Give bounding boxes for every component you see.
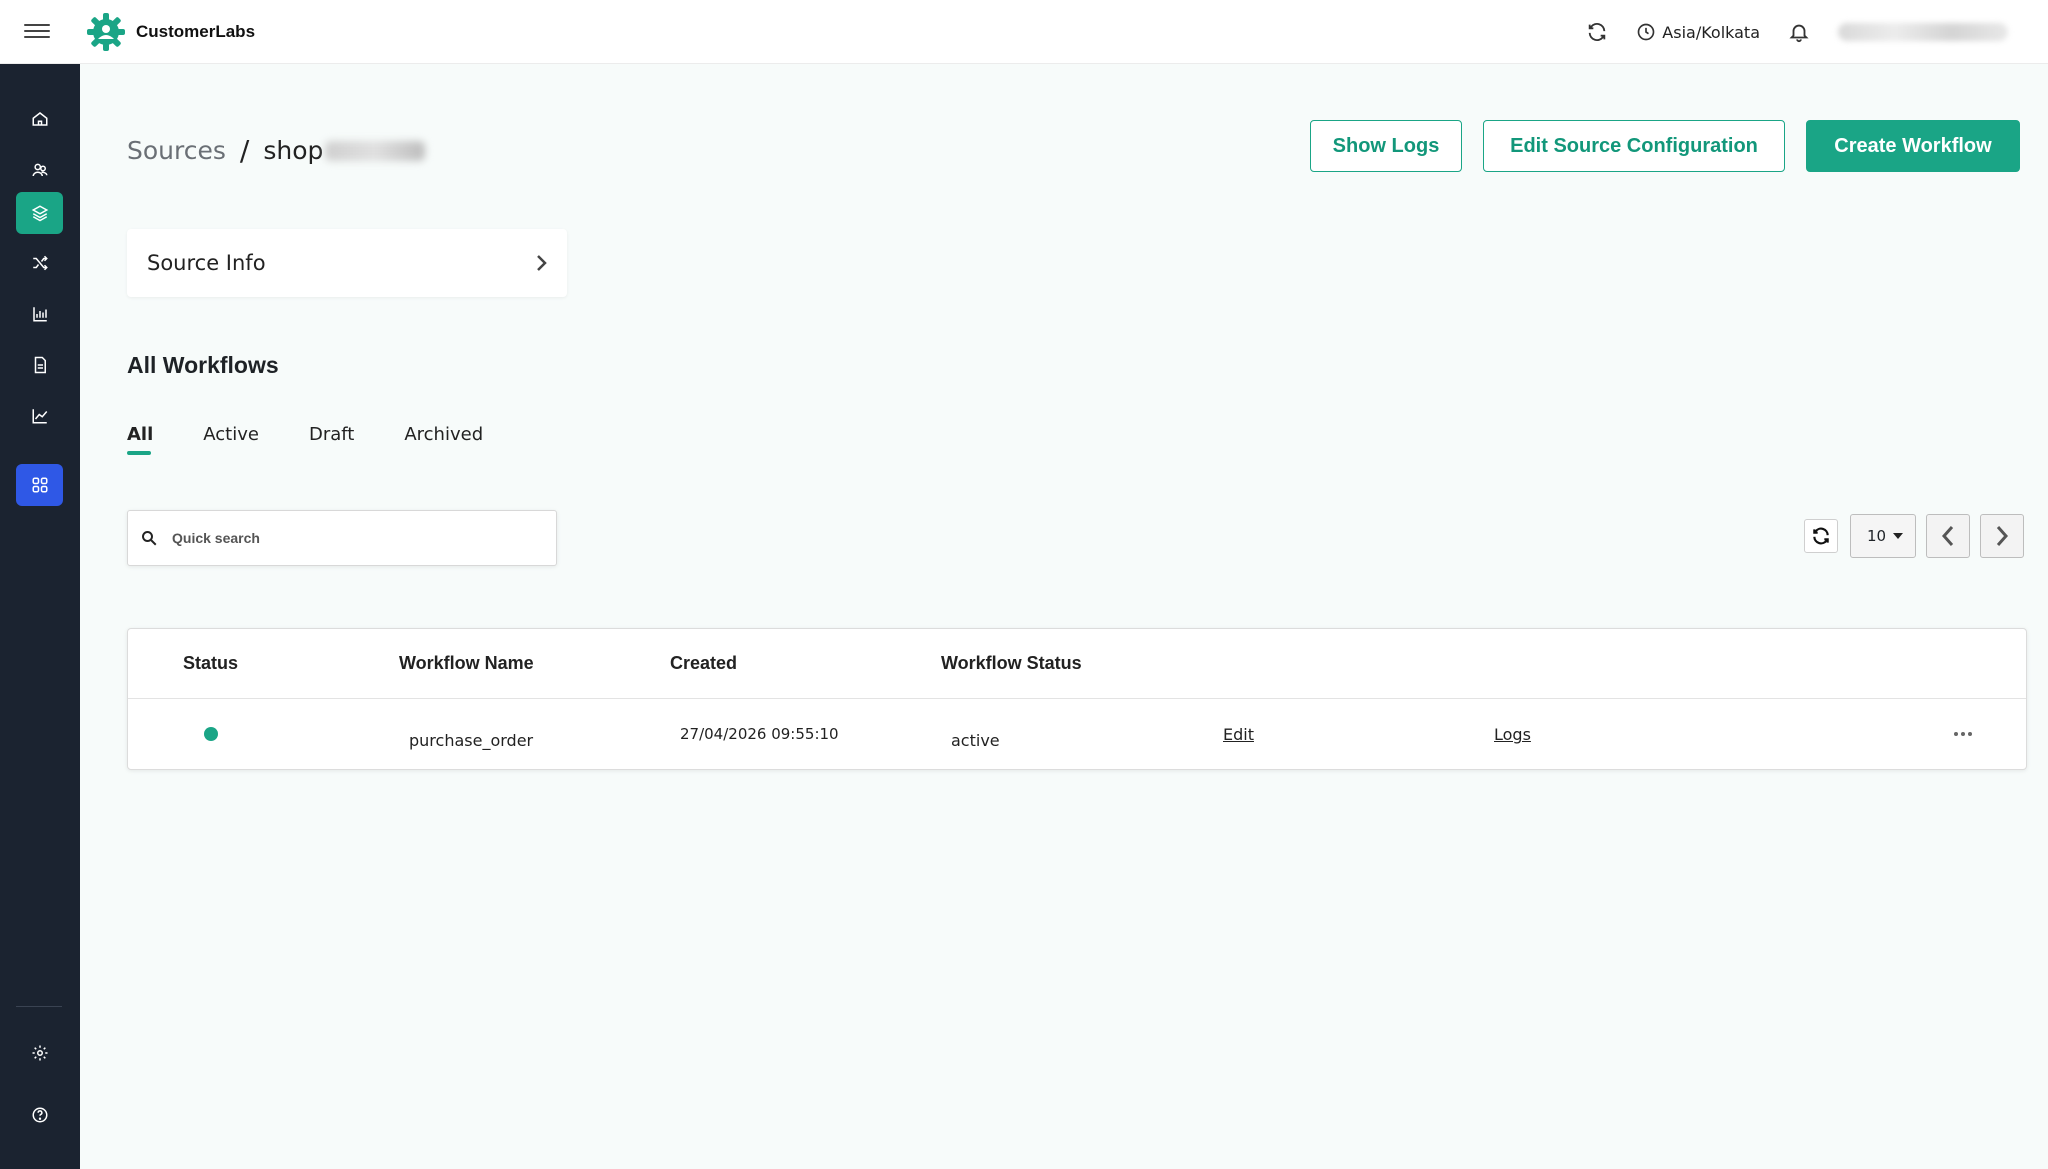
timezone-indicator[interactable]: Asia/Kolkata: [1636, 22, 1760, 42]
document-icon: [34, 356, 46, 374]
breadcrumb-current: shop: [263, 136, 324, 165]
column-header-workflow-status: Workflow Status: [941, 653, 1082, 673]
pagination-controls: 10: [1804, 514, 2024, 558]
column-header-status: Status: [183, 653, 239, 673]
line-chart-icon: [32, 409, 47, 424]
edit-workflow-link[interactable]: Edit: [1223, 725, 1254, 744]
chevron-right-icon: [537, 255, 547, 271]
sidebar-item-help[interactable]: [16, 1094, 63, 1136]
status-indicator-dot: [204, 727, 218, 741]
next-page-button[interactable]: [1980, 514, 2024, 558]
bell-icon[interactable]: [1788, 21, 1810, 43]
top-bar: CustomerLabs Asia/Kolkata: [0, 0, 2048, 64]
search-icon: [142, 531, 157, 546]
shuffle-icon: [32, 255, 48, 271]
breadcrumb-sources-link[interactable]: Sources: [127, 136, 226, 165]
main-content: Sources / shop Show Logs Edit Source Con…: [80, 64, 2048, 1169]
workflow-name: purchase_order: [409, 731, 534, 750]
customerlabs-logo-icon: [87, 13, 125, 51]
table-header: Status Workflow Name Created Workflow St…: [128, 629, 2026, 699]
workflow-logs-link[interactable]: Logs: [1494, 725, 1531, 744]
sidebar-item-analytics[interactable]: [16, 293, 63, 335]
breadcrumb-redacted: [325, 140, 426, 161]
bar-chart-icon: [32, 307, 47, 322]
home-icon: [32, 112, 47, 126]
sidebar-item-sources[interactable]: [16, 192, 63, 234]
tab-active[interactable]: Active: [203, 424, 259, 455]
page-size-select[interactable]: 10: [1850, 514, 1916, 558]
column-header-workflow-name: Workflow Name: [399, 653, 534, 673]
sidebar-item-audiences[interactable]: [16, 149, 63, 191]
column-header-created: Created: [670, 653, 738, 673]
breadcrumb-separator: /: [239, 134, 250, 167]
hamburger-menu-icon[interactable]: [24, 20, 50, 42]
layers-icon: [31, 205, 48, 222]
chevron-right-icon: [1996, 526, 2009, 546]
sidebar-item-home[interactable]: [16, 98, 63, 140]
sidebar: [0, 64, 80, 1169]
edit-source-configuration-button[interactable]: Edit Source Configuration: [1483, 120, 1785, 172]
workflows-table: Status Workflow Name Created Workflow St…: [127, 628, 2027, 770]
timezone-label: Asia/Kolkata: [1662, 22, 1760, 42]
more-options-icon[interactable]: [1954, 732, 1972, 736]
sidebar-item-workflows[interactable]: [16, 242, 63, 284]
refresh-icon: [1813, 527, 1829, 545]
tab-draft[interactable]: Draft: [309, 424, 354, 455]
sidebar-item-settings[interactable]: [16, 1032, 63, 1074]
users-icon: [32, 163, 47, 177]
sidebar-divider: [16, 1006, 62, 1007]
create-workflow-button[interactable]: Create Workflow: [1806, 120, 2020, 172]
refresh-icon[interactable]: [1586, 21, 1608, 43]
source-info-panel[interactable]: Source Info: [127, 229, 567, 297]
sidebar-item-insights[interactable]: [16, 395, 63, 437]
table-refresh-button[interactable]: [1804, 519, 1838, 553]
show-logs-button[interactable]: Show Logs: [1310, 120, 1462, 172]
clock-icon: [1637, 23, 1655, 41]
help-icon: [32, 1107, 47, 1123]
all-workflows-title: All Workflows: [127, 352, 279, 378]
tab-all[interactable]: All: [127, 424, 153, 455]
chevron-left-icon: [1941, 526, 1954, 546]
workflow-tabs: All Active Draft Archived: [127, 424, 533, 455]
sidebar-item-apps[interactable]: [16, 464, 63, 506]
caret-down-icon: [1893, 533, 1903, 539]
tab-archived[interactable]: Archived: [404, 424, 483, 455]
workflow-status: active: [951, 731, 1000, 750]
source-info-label: Source Info: [147, 251, 266, 275]
workflow-created: 27/04/2026 09:55:10: [680, 725, 839, 743]
user-account-menu[interactable]: [1838, 23, 2008, 41]
previous-page-button[interactable]: [1926, 514, 1970, 558]
quick-search-box: [127, 510, 557, 566]
sidebar-item-reports[interactable]: [16, 344, 63, 386]
brand[interactable]: CustomerLabs: [86, 12, 255, 52]
page-size-value: 10: [1867, 527, 1887, 545]
table-row: purchase_order 27/04/2026 09:55:10 activ…: [128, 700, 2026, 770]
quick-search-input[interactable]: [172, 530, 532, 546]
breadcrumb: Sources / shop: [127, 134, 426, 167]
apps-grid-icon: [32, 477, 47, 493]
gear-icon: [32, 1045, 47, 1061]
brand-name: CustomerLabs: [136, 22, 256, 41]
